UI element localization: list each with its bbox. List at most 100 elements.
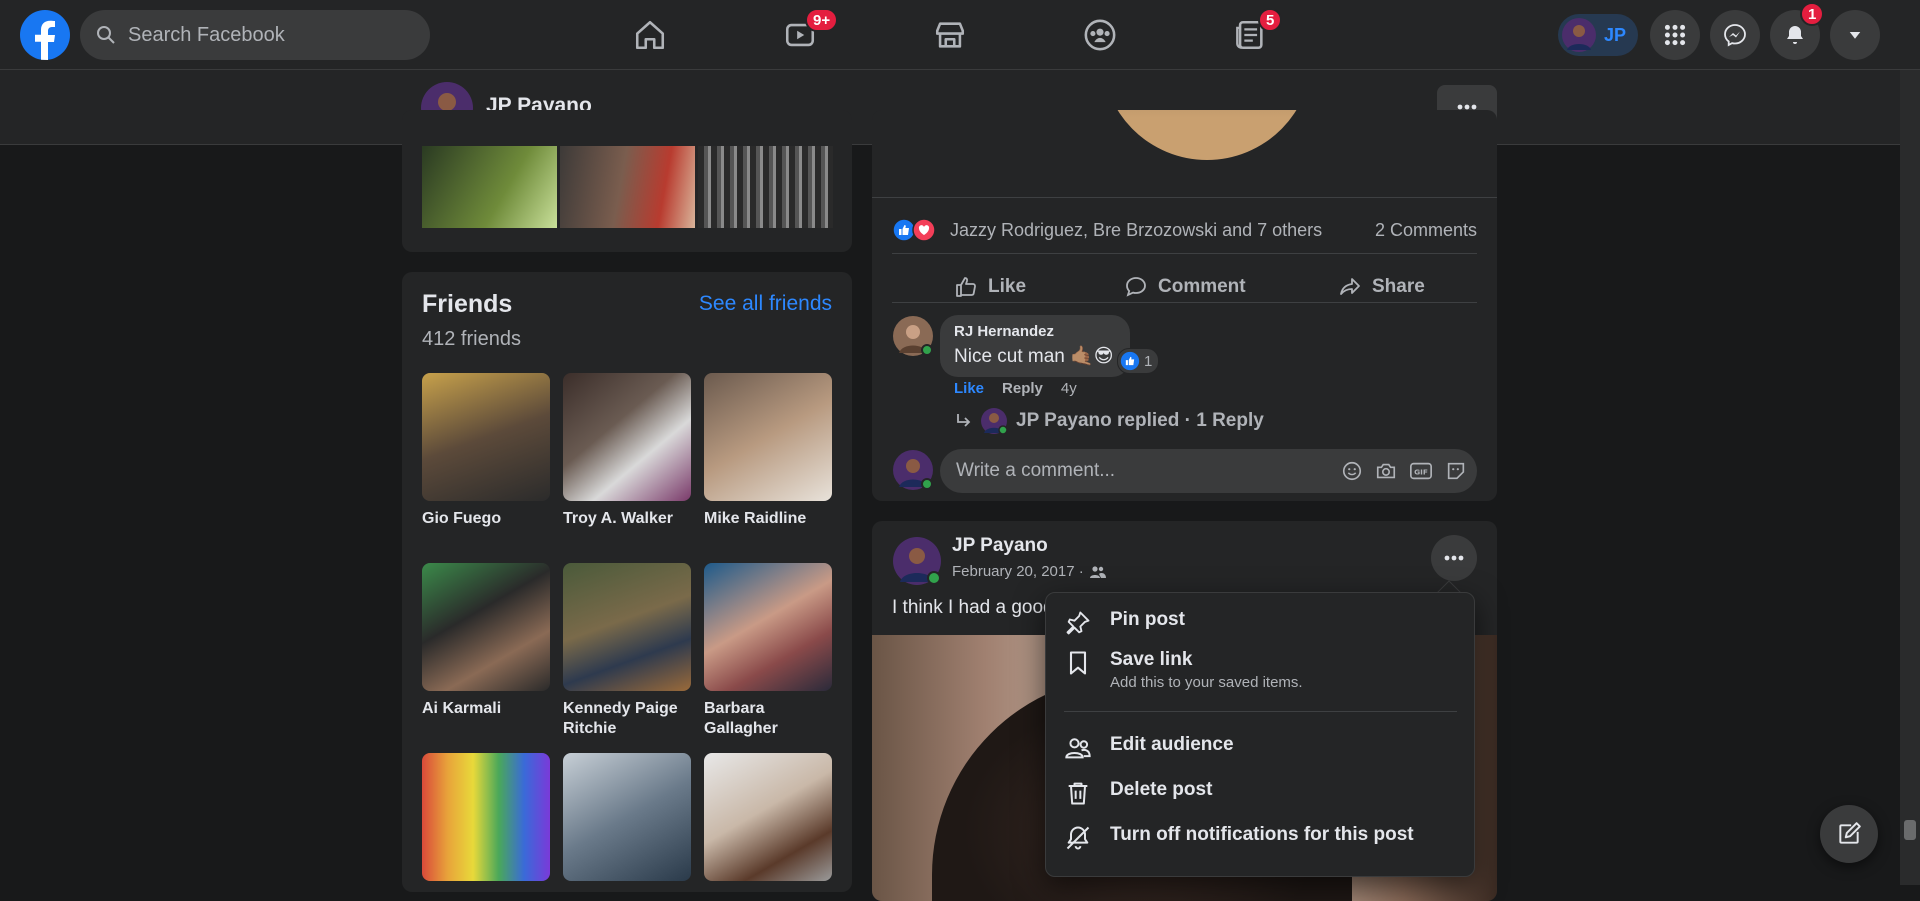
comment-reaction-count[interactable]: 1 — [1117, 348, 1160, 374]
friend-name[interactable]: Gio Fuego — [422, 509, 550, 529]
photo-thumbnail[interactable] — [422, 146, 557, 228]
friend-item[interactable] — [704, 753, 832, 881]
menu-item-turn-off-notifications[interactable]: Turn off notifications for this post — [1064, 824, 1459, 852]
post-text: I think I had a good — [892, 597, 1054, 618]
share-button[interactable]: Share — [1338, 262, 1425, 312]
divider — [872, 197, 1497, 198]
compose-icon — [1839, 822, 1861, 844]
menu-item-delete-post[interactable]: Delete post — [1064, 779, 1459, 807]
like-button[interactable]: Like — [954, 262, 1026, 312]
friend-name[interactable]: Barbara Gallagher — [704, 699, 832, 739]
friend-item[interactable]: Kennedy Paige Ritchie — [563, 563, 691, 739]
my-avatar[interactable] — [892, 449, 934, 496]
top-navigation-bar: 9+ 5 JP — [0, 0, 1920, 70]
nav-news-tab[interactable]: 5 — [1215, 8, 1285, 60]
search-bar[interactable] — [80, 10, 430, 60]
menu-label: Edit audience — [1110, 734, 1234, 755]
view-replies-link[interactable]: JP Payano replied · 1 Reply — [954, 407, 1264, 435]
watch-badge: 9+ — [805, 8, 839, 32]
comment-text: Nice cut man 🤙🏽😎 — [954, 346, 1114, 367]
comment-button[interactable]: Comment — [1124, 262, 1246, 312]
friend-item[interactable]: Ai Karmali — [422, 563, 550, 719]
groups-icon — [1084, 19, 1116, 51]
menu-button[interactable] — [1650, 10, 1700, 60]
comment-actions: Like Reply 4y — [954, 380, 1077, 397]
facebook-logo[interactable] — [20, 10, 70, 60]
friend-name[interactable]: Mike Raidline — [704, 509, 832, 529]
friend-item[interactable] — [563, 753, 691, 881]
thumbs-up-icon — [956, 277, 976, 297]
menu-item-save-link[interactable]: Save link Add this to your saved items. — [1064, 649, 1459, 691]
post-author-name[interactable]: JP Payano — [952, 535, 1048, 557]
search-input[interactable] — [126, 22, 386, 48]
post-author-avatar[interactable] — [892, 536, 942, 591]
reactions-names[interactable]: Jazzy Rodriguez, Bre Brzozowski and 7 ot… — [950, 220, 1322, 241]
friend-name[interactable]: Kennedy Paige Ritchie — [563, 699, 691, 739]
messenger-button[interactable] — [1710, 10, 1760, 60]
friend-photo[interactable] — [563, 373, 691, 501]
divider — [892, 253, 1477, 254]
friend-photo[interactable] — [563, 753, 691, 881]
comment-author[interactable]: RJ Hernandez — [954, 323, 1116, 340]
comment-input[interactable] — [954, 459, 1294, 483]
menu-item-pin-post[interactable]: Pin post — [1064, 609, 1459, 637]
photo-thumbnail[interactable] — [560, 146, 695, 228]
post-options-menu: Pin post Save link Add this to your save… — [1045, 592, 1475, 877]
friends-audience-icon[interactable] — [1089, 565, 1106, 579]
avatar — [893, 316, 933, 356]
comments-count[interactable]: 2 Comments — [1375, 220, 1477, 241]
notifications-button[interactable]: 1 — [1770, 2, 1825, 60]
post-image-fragment[interactable] — [1102, 110, 1312, 160]
comment-like-count: 1 — [1144, 352, 1153, 370]
friend-item[interactable]: Mike Raidline — [704, 373, 832, 529]
comment-icon — [1126, 277, 1146, 297]
nav-home-tab[interactable] — [615, 10, 685, 60]
see-all-friends-link[interactable]: See all friends — [699, 292, 832, 316]
svg-text:GIF: GIF — [1414, 468, 1428, 477]
friend-photo[interactable] — [704, 563, 832, 691]
commenter-avatar[interactable] — [892, 315, 934, 362]
divider — [892, 302, 1477, 303]
friend-photo[interactable] — [422, 563, 550, 691]
menu-label: Pin post — [1110, 609, 1185, 630]
photo-thumbnail[interactable] — [698, 146, 833, 228]
comment-timestamp[interactable]: 4y — [1061, 380, 1077, 397]
trash-icon — [1068, 782, 1088, 805]
friend-photo[interactable] — [422, 753, 550, 881]
friend-item[interactable]: Barbara Gallagher — [704, 563, 832, 739]
friend-photo[interactable] — [422, 373, 550, 501]
friend-item[interactable] — [422, 753, 550, 881]
friend-photo[interactable] — [704, 753, 832, 881]
friends-title[interactable]: Friends — [422, 290, 512, 319]
sticker-icon[interactable] — [1445, 460, 1467, 482]
friend-item[interactable]: Troy A. Walker — [563, 373, 691, 529]
notifications-badge: 1 — [1800, 2, 1825, 26]
profile-chip[interactable]: JP — [1558, 14, 1638, 56]
emoji-icon[interactable] — [1341, 460, 1363, 482]
write-comment-box[interactable]: GIF — [940, 449, 1477, 493]
account-menu-button[interactable] — [1830, 10, 1880, 60]
comment-reply-button[interactable]: Reply — [1002, 380, 1043, 397]
post-options-button[interactable] — [1431, 535, 1477, 581]
nav-watch-tab[interactable]: 9+ — [765, 8, 839, 60]
love-reaction-icon — [912, 218, 936, 242]
reactions-summary[interactable]: Jazzy Rodriguez, Bre Brzozowski and 7 ot… — [892, 210, 1477, 250]
post-timestamp[interactable]: February 20, 2017 · — [952, 563, 1084, 580]
page-scrollbar[interactable] — [1900, 70, 1920, 885]
friend-name[interactable]: Ai Karmali — [422, 699, 550, 719]
comment-like-button[interactable]: Like — [954, 380, 984, 397]
bell-icon — [1787, 26, 1803, 44]
gif-icon[interactable]: GIF — [1409, 460, 1433, 482]
scrollbar-thumb[interactable] — [1904, 820, 1916, 840]
menu-item-edit-audience[interactable]: Edit audience — [1064, 734, 1459, 762]
friend-item[interactable]: Gio Fuego — [422, 373, 550, 529]
post-card: Jazzy Rodriguez, Bre Brzozowski and 7 ot… — [872, 110, 1497, 501]
nav-groups-tab[interactable] — [1065, 10, 1135, 60]
friend-photo[interactable] — [704, 373, 832, 501]
friend-name[interactable]: Troy A. Walker — [563, 509, 691, 529]
nav-marketplace-tab[interactable] — [915, 10, 985, 60]
new-message-button[interactable] — [1820, 805, 1878, 863]
friend-photo[interactable] — [563, 563, 691, 691]
camera-icon[interactable] — [1375, 460, 1397, 482]
replies-label: JP Payano replied · 1 Reply — [1016, 410, 1264, 431]
